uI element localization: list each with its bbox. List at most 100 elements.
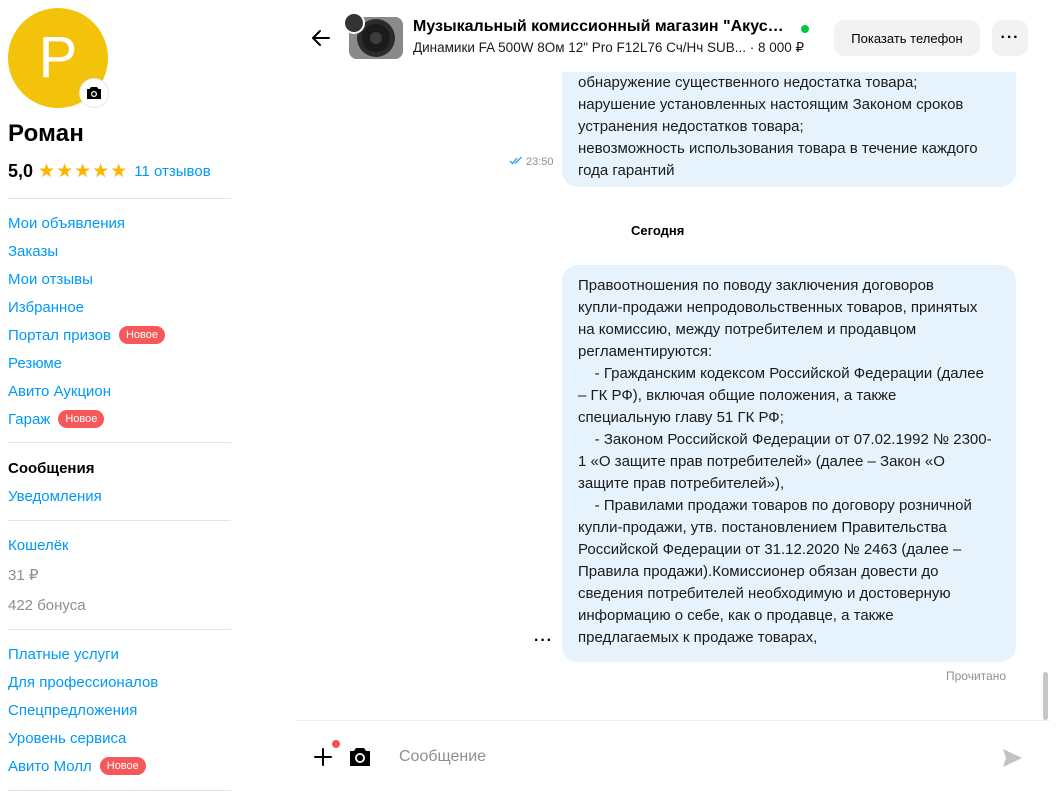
message-bubble[interactable]: обнаружение существенного недостатка тов… xyxy=(562,72,1016,187)
star-icon: ★ xyxy=(92,160,110,182)
nav-my-ads[interactable]: Мои объявления xyxy=(8,212,125,234)
nav-resume-label: Резюме xyxy=(8,354,62,372)
nav-garage-label: Гараж xyxy=(8,410,51,428)
nav-notifications[interactable]: Уведомления xyxy=(8,485,102,507)
double-check-icon xyxy=(509,156,523,168)
message-composer xyxy=(295,721,1050,807)
send-icon[interactable] xyxy=(1001,748,1023,768)
message-text: обнаружение существенного недостатка тов… xyxy=(578,72,1000,182)
nav-wallet-label: Кошелёк xyxy=(8,536,69,554)
nav-mall-label: Авито Молл xyxy=(8,757,92,775)
new-badge: Новое xyxy=(58,410,105,428)
read-status: Прочитано xyxy=(946,669,1006,683)
wallet-balance: 31 ₽ xyxy=(8,564,38,586)
nav-orders[interactable]: Заказы xyxy=(8,240,58,262)
nav-my-reviews-label: Мои отзывы xyxy=(8,270,93,288)
back-arrow-icon[interactable] xyxy=(309,26,333,50)
notification-dot xyxy=(332,740,340,748)
message-line: купли-продажи, утв. постановлением Прави… xyxy=(578,519,947,536)
seller-avatar[interactable] xyxy=(343,12,365,34)
message-line: предлагаемых к продаже товарах, xyxy=(578,629,818,646)
sidebar: Р Роман 5,0 ★ ★ ★ ★ ★ 11 отзывов Мои объ… xyxy=(0,0,240,807)
divider xyxy=(8,629,231,630)
star-icon: ★ xyxy=(74,160,92,182)
message-line: обнаружение существенного недостатка тов… xyxy=(578,74,918,91)
divider xyxy=(8,790,231,791)
chat-header: Музыкальный комиссионный магазин "Акусти… xyxy=(295,0,1050,72)
star-icon: ★ xyxy=(38,160,56,182)
message-line: купли-продажи непродовольственных товаро… xyxy=(578,299,978,316)
nav-notifications-label: Уведомления xyxy=(8,487,102,505)
nav-my-ads-label: Мои объявления xyxy=(8,214,125,232)
nav-service-level-label: Уровень сервиса xyxy=(8,729,127,747)
message-list[interactable]: обнаружение существенного недостатка тов… xyxy=(295,72,1045,720)
show-phone-button[interactable]: Показать телефон xyxy=(834,20,980,56)
message-line: Правила продажи).Комиссионер обязан дове… xyxy=(578,563,939,580)
message-line: 1 «О защите прав потребителей» (далее – … xyxy=(578,453,945,470)
scrollbar[interactable] xyxy=(1043,672,1048,720)
nav-favorites-label: Избранное xyxy=(8,298,85,316)
reviews-link[interactable]: 11 отзывов xyxy=(134,163,210,180)
nav-auction-label: Авито Аукцион xyxy=(8,382,112,400)
message-more-button[interactable]: ··· xyxy=(534,632,553,650)
more-options-button[interactable]: ··· xyxy=(992,20,1028,56)
message-line: нарушение установленных настоящим Законо… xyxy=(578,96,964,113)
nav-auction[interactable]: Авито Аукцион xyxy=(8,380,111,402)
nav-messages[interactable]: Сообщения xyxy=(8,457,94,479)
message-input[interactable] xyxy=(399,745,959,769)
message-line: регламентируются: xyxy=(578,343,713,360)
change-photo-camera-icon[interactable] xyxy=(80,79,108,107)
plus-icon[interactable] xyxy=(312,746,334,768)
star-icon: ★ xyxy=(56,160,74,182)
bonus-balance: 422 бонуса xyxy=(8,594,86,616)
bonus-balance-label: 422 бонуса xyxy=(8,596,86,614)
nav-prizes-label: Портал призов xyxy=(8,326,111,344)
new-badge: Новое xyxy=(99,757,146,775)
star-icon: ★ xyxy=(110,160,128,182)
message-time: 23:50 xyxy=(526,156,554,168)
nav-orders-label: Заказы xyxy=(8,242,59,260)
camera-icon[interactable] xyxy=(348,746,372,768)
nav-wallet[interactable]: Кошелёк xyxy=(8,534,69,556)
wallet-balance-label: 31 ₽ xyxy=(8,567,39,584)
nav-messages-label: Сообщения xyxy=(8,459,95,477)
message-line: информацию о себе, как о продавце, а так… xyxy=(578,607,894,624)
message-line: сведения потребителей необходимую и дост… xyxy=(578,585,951,602)
message-line: Российской Федерации от 31.12.2020 № 246… xyxy=(578,541,962,558)
divider xyxy=(8,442,231,443)
nav-service-level[interactable]: Уровень сервиса xyxy=(8,727,126,749)
nav-favorites[interactable]: Избранное xyxy=(8,296,84,318)
nav-paid-services[interactable]: Платные услуги xyxy=(8,643,119,665)
message-line: устранения недостатков товара; xyxy=(578,118,804,135)
date-separator: Сегодня xyxy=(631,223,685,238)
chat-title[interactable]: Музыкальный комиссионный магазин "Акусти… xyxy=(413,18,791,36)
message-line: невозможность использования товара в теч… xyxy=(578,140,978,157)
nav-prizes[interactable]: Портал призов Новое xyxy=(8,324,165,346)
user-name: Роман xyxy=(8,120,85,147)
listing-subtitle[interactable]: Динамики FA 500W 8Ом 12" Pro F12L76 Сч/Н… xyxy=(413,40,804,56)
message-line: на комиссию, между потребителем и продав… xyxy=(578,321,917,338)
nav-my-reviews[interactable]: Мои отзывы xyxy=(8,268,93,290)
message-line: Правоотношения по поводу заключения дого… xyxy=(578,277,934,294)
new-badge: Новое xyxy=(118,326,165,344)
message-line: – ГК РФ), включая общие положения, а так… xyxy=(578,387,897,404)
nav-pro[interactable]: Для профессионалов xyxy=(8,671,158,693)
message-bubble[interactable]: Правоотношения по поводу заключения дого… xyxy=(562,265,1016,662)
message-text: Правоотношения по поводу заключения дого… xyxy=(578,275,1000,649)
rating-value: 5,0 xyxy=(8,160,34,181)
nav-paid-services-label: Платные услуги xyxy=(8,645,119,663)
nav-special-label: Спецпредложения xyxy=(8,701,138,719)
message-meta: 23:50 xyxy=(509,156,554,168)
online-status-dot xyxy=(801,25,809,33)
nav-resume[interactable]: Резюме xyxy=(8,352,62,374)
nav-pro-label: Для профессионалов xyxy=(8,673,159,691)
message-line: защите прав потребителей»), xyxy=(578,475,785,492)
divider xyxy=(8,198,231,199)
nav-special[interactable]: Спецпредложения xyxy=(8,699,137,721)
nav-mall[interactable]: Авито Молл Новое xyxy=(8,755,146,777)
divider xyxy=(8,520,231,521)
message-line: специальную главу 51 ГК РФ; xyxy=(578,409,784,426)
message-line: - Гражданским кодексом Российской Федера… xyxy=(578,365,984,382)
message-line: года гарантий xyxy=(578,162,675,179)
nav-garage[interactable]: Гараж Новое xyxy=(8,408,105,430)
